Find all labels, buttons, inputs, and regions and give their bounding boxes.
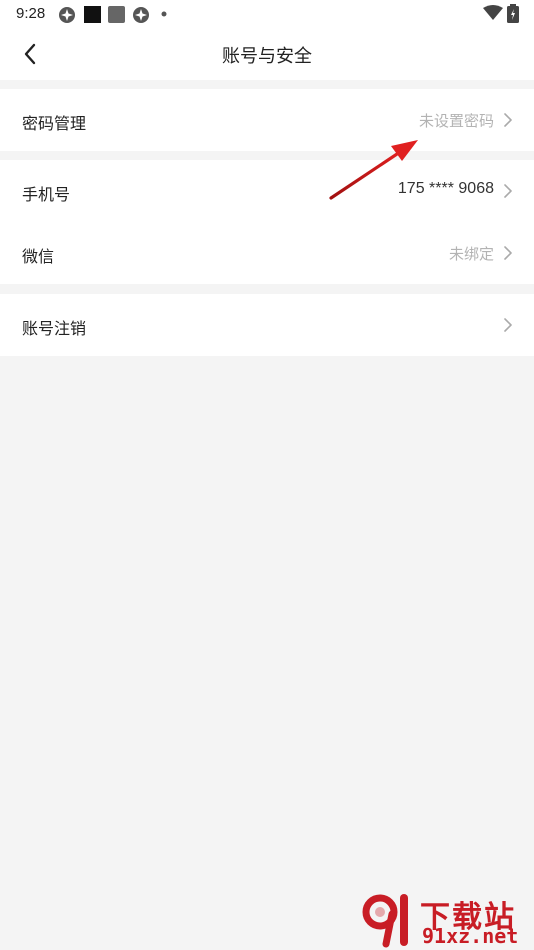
row-label: 微信 xyxy=(22,247,55,266)
status-bar: 9:28 xyxy=(0,0,534,28)
chevron-right-icon xyxy=(504,318,512,332)
wechat-row[interactable]: 微信 未绑定 xyxy=(0,222,534,284)
page-title: 账号与安全 xyxy=(222,46,312,67)
91-logo-icon xyxy=(362,894,408,948)
watermark-domain: 91xz.net xyxy=(422,924,519,948)
settings-group-account: 账号注销 xyxy=(0,294,534,356)
chevron-right-icon xyxy=(504,113,512,127)
chevron-right-icon xyxy=(504,184,512,198)
account-deletion-row[interactable]: 账号注销 xyxy=(0,294,534,356)
app-notification-icon xyxy=(59,7,75,23)
settings-group-binding: 手机号 175 **** 9068 微信 未绑定 xyxy=(0,160,534,284)
status-time: 9:28 xyxy=(16,5,46,22)
wifi-icon xyxy=(483,5,503,20)
password-management-row[interactable]: 密码管理 未设置密码 xyxy=(0,89,534,151)
watermark: 下载站 91xz.net xyxy=(358,892,528,948)
app-notification-icon xyxy=(133,7,149,23)
black-square-icon xyxy=(84,6,101,23)
row-value: 175 **** 9068 xyxy=(397,180,494,197)
battery-icon xyxy=(507,4,519,23)
app-bar: 账号与安全 xyxy=(0,28,534,80)
phone-number-row[interactable]: 手机号 175 **** 9068 xyxy=(0,160,534,222)
row-label: 密码管理 xyxy=(22,114,87,133)
gray-square-icon xyxy=(108,6,125,23)
settings-group-password: 密码管理 未设置密码 xyxy=(0,89,534,151)
row-label: 账号注销 xyxy=(22,319,87,338)
row-value: 未绑定 xyxy=(448,245,494,263)
row-value: 未设置密码 xyxy=(418,112,494,130)
dot-icon xyxy=(161,11,167,17)
row-label: 手机号 xyxy=(22,185,71,204)
chevron-right-icon xyxy=(504,246,512,260)
